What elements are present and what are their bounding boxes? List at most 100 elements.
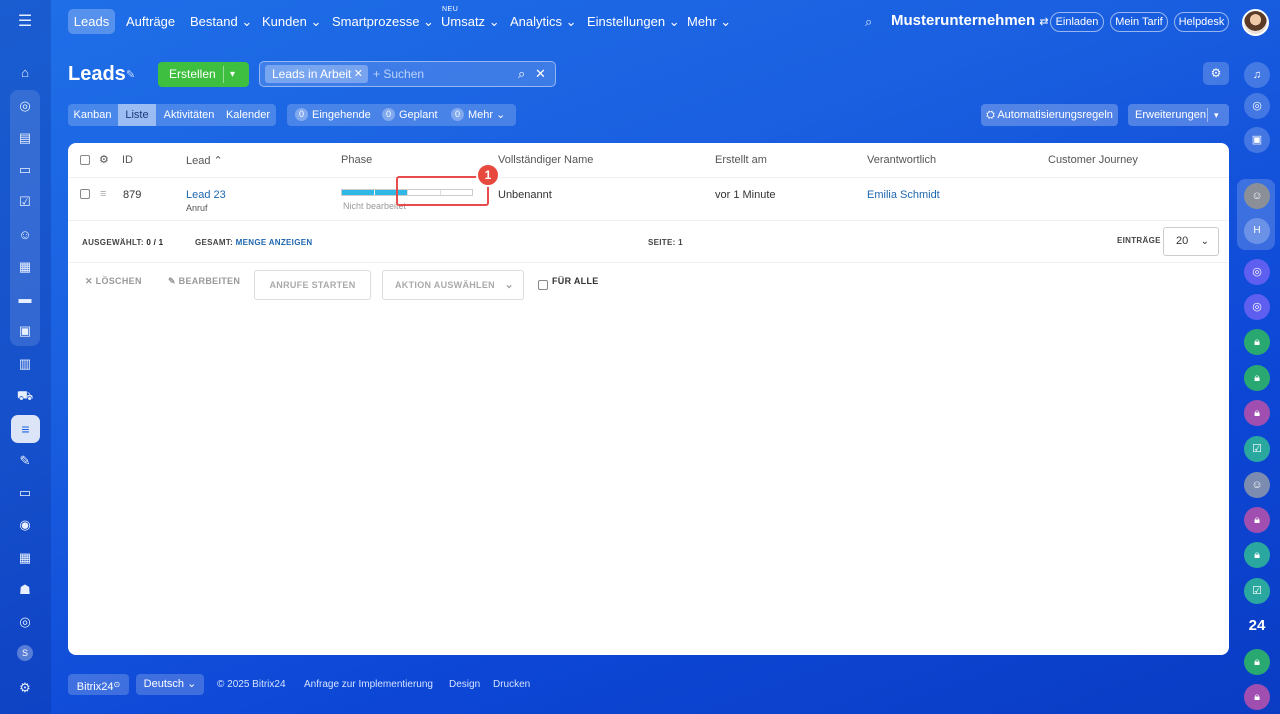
copilot-icon[interactable]: ◎: [1244, 259, 1270, 285]
task-icon[interactable]: ☑: [1244, 578, 1270, 604]
header-customer-journey[interactable]: Customer Journey: [1048, 154, 1138, 166]
lock-icon[interactable]: 🔒︎: [1244, 542, 1270, 568]
drag-handle-icon[interactable]: ≡: [100, 188, 106, 200]
copilot-icon[interactable]: ◎: [1244, 294, 1270, 320]
support-icon[interactable]: ◉: [14, 514, 36, 536]
header-full-name[interactable]: Vollständiger Name: [498, 154, 593, 166]
close-icon[interactable]: ✕: [354, 65, 363, 83]
search-icon[interactable]: ⌕: [865, 14, 872, 30]
chevron-down-icon[interactable]: ▾: [1214, 104, 1219, 126]
card-icon[interactable]: ▭: [14, 482, 36, 504]
menu-icon[interactable]: ☰: [15, 12, 35, 32]
settings-icon[interactable]: ⚙: [14, 677, 36, 699]
clear-icon[interactable]: ✕: [535, 66, 546, 82]
header-lead[interactable]: Lead ⌃: [186, 154, 223, 167]
extensions-button[interactable]: Erweiterungen ▾: [1128, 104, 1229, 126]
analytics-icon[interactable]: ▥: [14, 353, 36, 375]
filter-tag[interactable]: Leads in Arbeit ✕: [265, 65, 368, 83]
chat-avatar-h[interactable]: H: [1244, 218, 1270, 244]
language-select[interactable]: Deutsch ⌄: [136, 674, 204, 695]
search-icon[interactable]: ⌕: [518, 66, 525, 82]
nav-item-mehr[interactable]: Mehr ⌄: [687, 14, 731, 30]
chevron-down-icon: ⌄: [310, 14, 322, 29]
footer-link-design[interactable]: Design: [449, 679, 480, 690]
invite-button[interactable]: Einladen: [1050, 12, 1104, 32]
calendar-icon[interactable]: ▦: [14, 547, 36, 569]
automation-rules-button[interactable]: ⛭ Automatisierungsregeln: [981, 104, 1118, 126]
row-checkbox[interactable]: [80, 189, 90, 199]
search-input[interactable]: + Suchen: [373, 67, 424, 81]
entries-select[interactable]: 20 ⌄: [1163, 227, 1219, 256]
footer-link-implementation[interactable]: Anfrage zur Implementierung: [304, 679, 433, 690]
lock-icon[interactable]: 🔒︎: [1244, 649, 1270, 675]
lock-icon[interactable]: 🔒︎: [1244, 507, 1270, 533]
tariff-button[interactable]: Mein Tarif: [1110, 12, 1168, 32]
column-settings-icon[interactable]: ⚙: [99, 153, 109, 166]
tab-kanban[interactable]: Kanban: [68, 104, 117, 126]
bitrix24-logo-button[interactable]: Bitrix24⊙: [68, 674, 129, 695]
home-icon[interactable]: ⌂: [14, 62, 36, 84]
edit-doc-icon[interactable]: ✎: [14, 450, 36, 472]
footer-link-print[interactable]: Drucken: [493, 679, 530, 690]
feed-icon[interactable]: ◎: [14, 95, 36, 117]
avatar[interactable]: ☺: [1244, 183, 1270, 209]
counter-more[interactable]: 0 Mehr ⌄: [451, 104, 505, 126]
show-total-link[interactable]: MENGE ANZEIGEN: [236, 238, 313, 247]
create-button[interactable]: Erstellen ▾: [158, 62, 249, 87]
start-calls-button[interactable]: ANRUFE STARTEN: [254, 270, 371, 300]
tab-liste[interactable]: Liste: [118, 104, 156, 126]
presentation-icon[interactable]: ▣: [14, 320, 36, 342]
tasks-icon[interactable]: ▤: [14, 127, 36, 149]
filter-search-box[interactable]: Leads in Arbeit ✕ + Suchen ⌕ ✕: [259, 61, 556, 87]
action-select[interactable]: AKTION AUSWÄHLEN ⌄: [382, 270, 524, 300]
counter-planned[interactable]: 0 Geplant: [382, 104, 438, 126]
edit-action[interactable]: ✎ BEARBEITEN: [168, 276, 240, 287]
checklist-icon[interactable]: ☑: [14, 191, 36, 213]
cart-icon[interactable]: ⛟: [14, 385, 36, 407]
for-all-checkbox[interactable]: [538, 280, 548, 290]
contacts-icon[interactable]: ☺: [14, 224, 36, 246]
task-icon[interactable]: ☑: [1244, 436, 1270, 462]
bitrix24-counter[interactable]: 24: [1244, 613, 1270, 639]
company-name[interactable]: Musterunternehmen ⇄: [891, 12, 1049, 29]
nav-item-leads[interactable]: Leads: [68, 9, 115, 34]
select-all-checkbox[interactable]: [80, 155, 90, 165]
header-id[interactable]: ID: [122, 154, 133, 166]
lock-icon[interactable]: 🔒︎: [1244, 400, 1270, 426]
header-phase[interactable]: Phase: [341, 154, 372, 166]
header-responsible[interactable]: Verantwortlich: [867, 154, 936, 166]
avatar[interactable]: ☺: [1244, 472, 1270, 498]
nav-item-smartprozesse[interactable]: Smartprozesse ⌄: [332, 14, 434, 30]
drive-icon[interactable]: ▬: [14, 288, 36, 310]
nav-item-einstellungen[interactable]: Einstellungen ⌄: [587, 14, 680, 30]
nav-item-kunden[interactable]: Kunden ⌄: [262, 14, 321, 30]
lock-icon[interactable]: 🔒︎: [1244, 329, 1270, 355]
close-icon: ✕: [85, 276, 93, 286]
chat-icon[interactable]: ▭: [14, 159, 36, 181]
nav-item-auftraege[interactable]: Aufträge: [126, 14, 175, 29]
counter-incoming[interactable]: 0 Eingehende: [295, 104, 371, 126]
lock-icon[interactable]: 🔒︎: [1244, 684, 1270, 710]
nav-item-bestand[interactable]: Bestand ⌄: [190, 14, 252, 30]
crm-funnel-icon[interactable]: ≡: [11, 415, 40, 443]
document-icon[interactable]: ▦: [14, 256, 36, 278]
nav-item-umsatz[interactable]: Umsatz ⌄: [441, 14, 500, 30]
nav-item-analytics[interactable]: Analytics ⌄: [510, 14, 577, 30]
tab-kalender[interactable]: Kalender: [222, 104, 274, 126]
target-icon[interactable]: ◎: [14, 611, 36, 633]
responsible-link[interactable]: Emilia Schmidt: [867, 189, 940, 201]
lock-icon[interactable]: 🔒︎: [1244, 365, 1270, 391]
messenger-icon[interactable]: ▣: [1244, 127, 1270, 153]
pin-icon[interactable]: ✎: [126, 68, 135, 81]
header-created[interactable]: Erstellt am: [715, 154, 767, 166]
bell-icon[interactable]: ♫: [1244, 62, 1270, 88]
lead-link[interactable]: Lead 23: [186, 189, 226, 201]
copilot-icon[interactable]: ◎: [1244, 93, 1270, 119]
chevron-down-icon[interactable]: ▾: [230, 62, 235, 87]
helpdesk-button[interactable]: Helpdesk: [1174, 12, 1229, 32]
robot-icon[interactable]: ☗: [14, 579, 36, 601]
user-initial[interactable]: S: [17, 645, 33, 661]
gear-icon[interactable]: ⚙: [1203, 62, 1229, 85]
delete-action[interactable]: ✕ LÖSCHEN: [85, 276, 142, 287]
tab-aktivitaeten[interactable]: Aktivitäten: [158, 104, 220, 126]
